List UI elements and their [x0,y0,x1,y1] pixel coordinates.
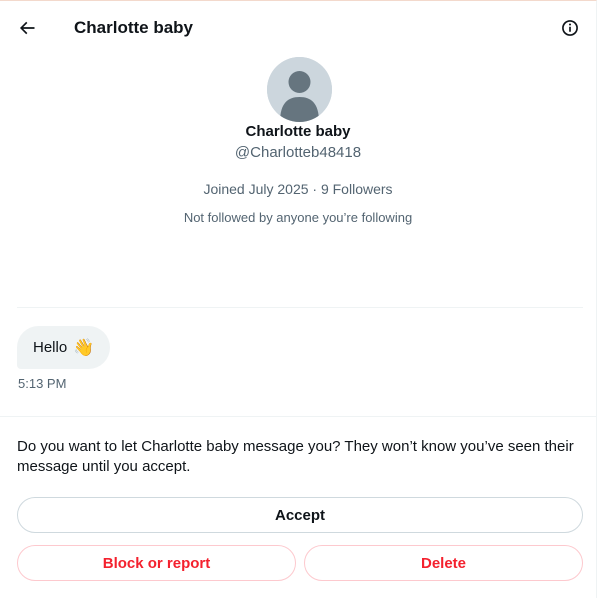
info-circle-icon [562,20,578,36]
profile-name[interactable]: Charlotte baby [0,123,596,141]
delete-button-label: Delete [420,554,467,572]
accept-button-label: Accept [274,506,326,524]
message-timestamp: 5:13 PM [18,376,67,391]
header-title: Charlotte baby [74,18,194,37]
message-request-prompt: Do you want to let Charlotte baby messag… [17,438,574,475]
back-button[interactable] [11,12,43,44]
block-or-report-label: Block or report [102,554,211,572]
conversation-header: Charlotte baby [0,1,596,57]
block-or-report-button[interactable]: Block or report [17,545,296,581]
divider [0,416,596,417]
profile-join-followers: Joined July 2025 · 9 Followers [203,181,393,197]
dm-request-view: Charlotte baby Charlotte baby @Charlotte… [0,0,597,598]
waving-hand-emoji: 👋 [73,337,95,357]
mutual-followers-note: Not followed by anyone you’re following [183,210,413,225]
divider [17,307,583,308]
default-avatar-icon [267,57,332,122]
delete-button[interactable]: Delete [304,545,583,581]
message-text: Hello [33,339,68,356]
accept-button[interactable]: Accept [17,497,583,533]
profile-handle[interactable]: @Charlotteb48418 [0,144,596,162]
avatar[interactable] [267,57,332,122]
conversation-info-button[interactable] [554,12,586,44]
arrow-left-icon [19,21,35,35]
message-bubble[interactable]: Hello 👋 [17,326,111,369]
